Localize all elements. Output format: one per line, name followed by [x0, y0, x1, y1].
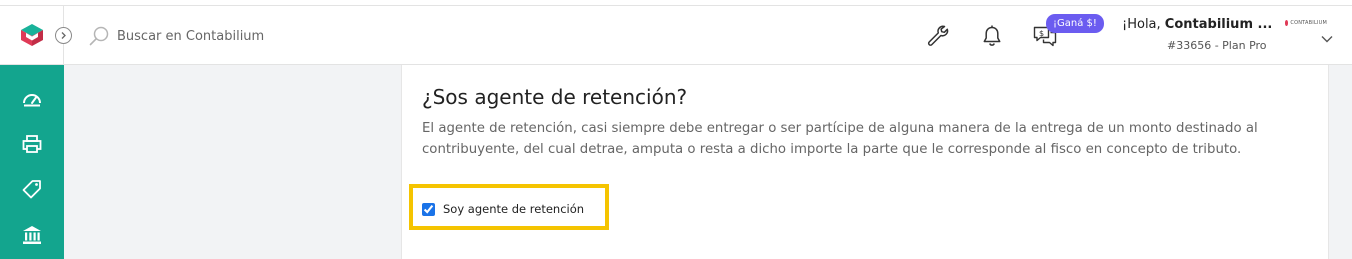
bank-icon[interactable]	[21, 224, 43, 246]
retention-agent-label[interactable]: Soy agente de retención	[443, 202, 584, 216]
section-description: El agente de retención, casi siempre deb…	[422, 121, 1258, 157]
user-name: Contabilium ...	[1164, 17, 1273, 32]
svg-text:$: $	[1039, 29, 1044, 38]
chevron-right-icon	[61, 32, 66, 39]
greeting-prefix: ¡Hola,	[1122, 17, 1165, 32]
dashboard-icon[interactable]	[21, 88, 43, 110]
chevron-down-icon[interactable]	[1320, 34, 1334, 44]
wrench-icon[interactable]	[925, 23, 951, 49]
search-icon	[89, 26, 109, 46]
brand-mini-logo: CONTABILIUM	[1285, 19, 1327, 27]
contabilium-logo-icon[interactable]	[20, 23, 44, 47]
top-header: $ ¡Ganá $! ¡Hola, Contabilium ... #33656…	[0, 5, 1352, 65]
retention-agent-card: ¿Sos agente de retención? El agente de r…	[401, 65, 1329, 259]
section-title: ¿Sos agente de retención?	[422, 85, 688, 109]
retention-agent-option[interactable]: Soy agente de retención	[422, 201, 584, 217]
bell-icon[interactable]	[979, 23, 1005, 49]
retention-agent-checkbox[interactable]	[422, 202, 435, 216]
referral-badge[interactable]: ¡Ganá $!	[1046, 14, 1104, 33]
tag-icon[interactable]	[21, 178, 43, 200]
sidebar	[0, 65, 64, 259]
printer-icon[interactable]	[21, 133, 43, 155]
user-plan: #33656 - Plan Pro	[1167, 39, 1267, 52]
user-greeting[interactable]: ¡Hola, Contabilium ...	[1122, 17, 1272, 32]
sidebar-expand-button[interactable]	[55, 27, 72, 44]
brand-mini-text: CONTABILIUM	[1290, 20, 1327, 26]
brand-dot	[1285, 20, 1289, 26]
search-input[interactable]	[117, 23, 417, 49]
